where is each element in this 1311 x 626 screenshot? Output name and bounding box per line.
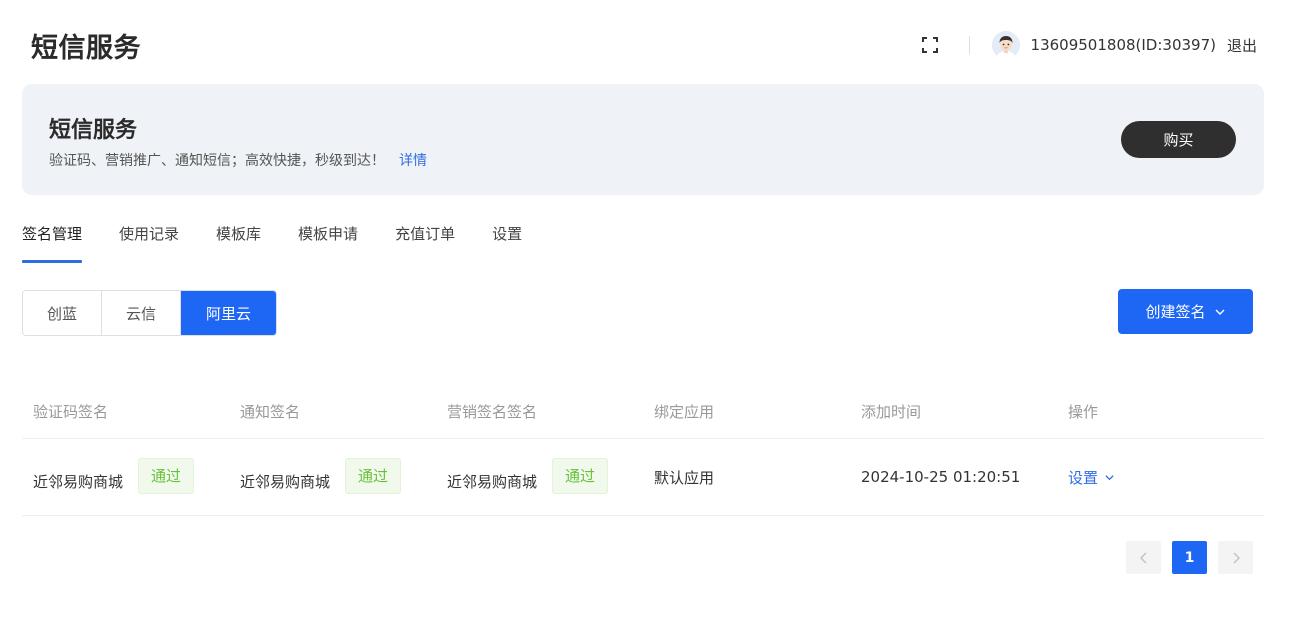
- tab-template-library[interactable]: 模板库: [216, 222, 261, 262]
- table-row: 近邻易购商城 通过 近邻易购商城 通过 近邻易购商城 通过 默认应用 2024-…: [22, 439, 1264, 516]
- status-badge: 通过: [345, 457, 402, 494]
- added-time-cell: 2024-10-25 01:20:51: [861, 468, 1021, 486]
- next-page-button[interactable]: [1218, 541, 1253, 574]
- pagination: 1: [1126, 541, 1253, 574]
- notify-sign-name: 近邻易购商城: [240, 472, 331, 491]
- banner-description-text: 验证码、营销推广、通知短信；高效快捷，秒级到达！: [49, 153, 385, 169]
- bound-app-cell: 默认应用: [654, 468, 715, 487]
- column-header: 验证码签名: [33, 402, 109, 421]
- status-badge: 通过: [552, 457, 609, 494]
- header-divider: [968, 36, 970, 54]
- tab-usage-records[interactable]: 使用记录: [119, 222, 179, 262]
- banner-title: 短信服务: [49, 118, 138, 143]
- tab-signature-management[interactable]: 签名管理: [22, 222, 83, 263]
- buy-button[interactable]: 购买: [1121, 121, 1236, 158]
- column-header: 操作: [1068, 402, 1099, 421]
- tab-template-application[interactable]: 模板申请: [298, 222, 358, 262]
- banner-description: 验证码、营销推广、通知短信；高效快捷，秒级到达！ 详情: [49, 150, 427, 170]
- column-header: 营销签名签名: [447, 402, 538, 421]
- row-settings-dropdown[interactable]: 设置: [1068, 467, 1115, 488]
- column-header: 添加时间: [861, 402, 922, 421]
- verify-sign-name: 近邻易购商城: [33, 472, 124, 491]
- user-info: 13609501808(ID:30397): [1030, 36, 1216, 54]
- signature-table: 验证码签名 通知签名 营销签名签名 绑定应用 添加时间 操作 近邻易购商城 通过…: [22, 384, 1264, 516]
- status-badge: 通过: [138, 457, 195, 494]
- detail-link[interactable]: 详情: [399, 153, 427, 169]
- chevron-right-icon: [1232, 551, 1240, 564]
- provider-aliyun[interactable]: 阿里云: [181, 291, 276, 335]
- fullscreen-icon[interactable]: [921, 36, 939, 54]
- prev-page-button[interactable]: [1126, 541, 1161, 574]
- tab-settings[interactable]: 设置: [492, 222, 522, 262]
- table-header: 验证码签名 通知签名 营销签名签名 绑定应用 添加时间 操作: [22, 384, 1264, 439]
- header-toolbar: 13609501808(ID:30397) 退出: [921, 30, 1257, 60]
- service-banner: 短信服务 验证码、营销推广、通知短信；高效快捷，秒级到达！ 详情 购买: [22, 84, 1264, 195]
- tab-bar: 签名管理 使用记录 模板库 模板申请 充值订单 设置: [22, 222, 559, 263]
- column-header: 绑定应用: [654, 402, 715, 421]
- sms-service-page: 短信服务 13609501808(ID:30397) 退出 短信服务 验证码、营…: [0, 0, 1311, 626]
- logout-link[interactable]: 退出: [1227, 35, 1257, 56]
- action-cell: 设置: [1057, 467, 1264, 488]
- provider-chuanglan[interactable]: 创蓝: [23, 291, 102, 335]
- provider-selector: 创蓝 云信 阿里云: [22, 290, 277, 336]
- avatar: [991, 31, 1020, 59]
- create-signature-label: 创建签名: [1145, 303, 1206, 321]
- notify-sign-cell: 近邻易购商城 通过: [229, 457, 436, 494]
- page-number-button[interactable]: 1: [1172, 541, 1207, 574]
- chevron-down-icon: [1215, 309, 1224, 315]
- column-header: 通知签名: [240, 402, 301, 421]
- verify-sign-cell: 近邻易购商城 通过: [22, 457, 229, 494]
- provider-yunxin[interactable]: 云信: [102, 291, 181, 335]
- chevron-down-icon: [1105, 474, 1114, 480]
- row-settings-label: 设置: [1068, 468, 1099, 487]
- marketing-sign-cell: 近邻易购商城 通过: [436, 457, 643, 494]
- tab-recharge-orders[interactable]: 充值订单: [395, 222, 455, 262]
- marketing-sign-name: 近邻易购商城: [447, 472, 538, 491]
- create-signature-button[interactable]: 创建签名: [1118, 289, 1253, 334]
- chevron-left-icon: [1139, 551, 1147, 564]
- page-title: 短信服务: [31, 33, 141, 64]
